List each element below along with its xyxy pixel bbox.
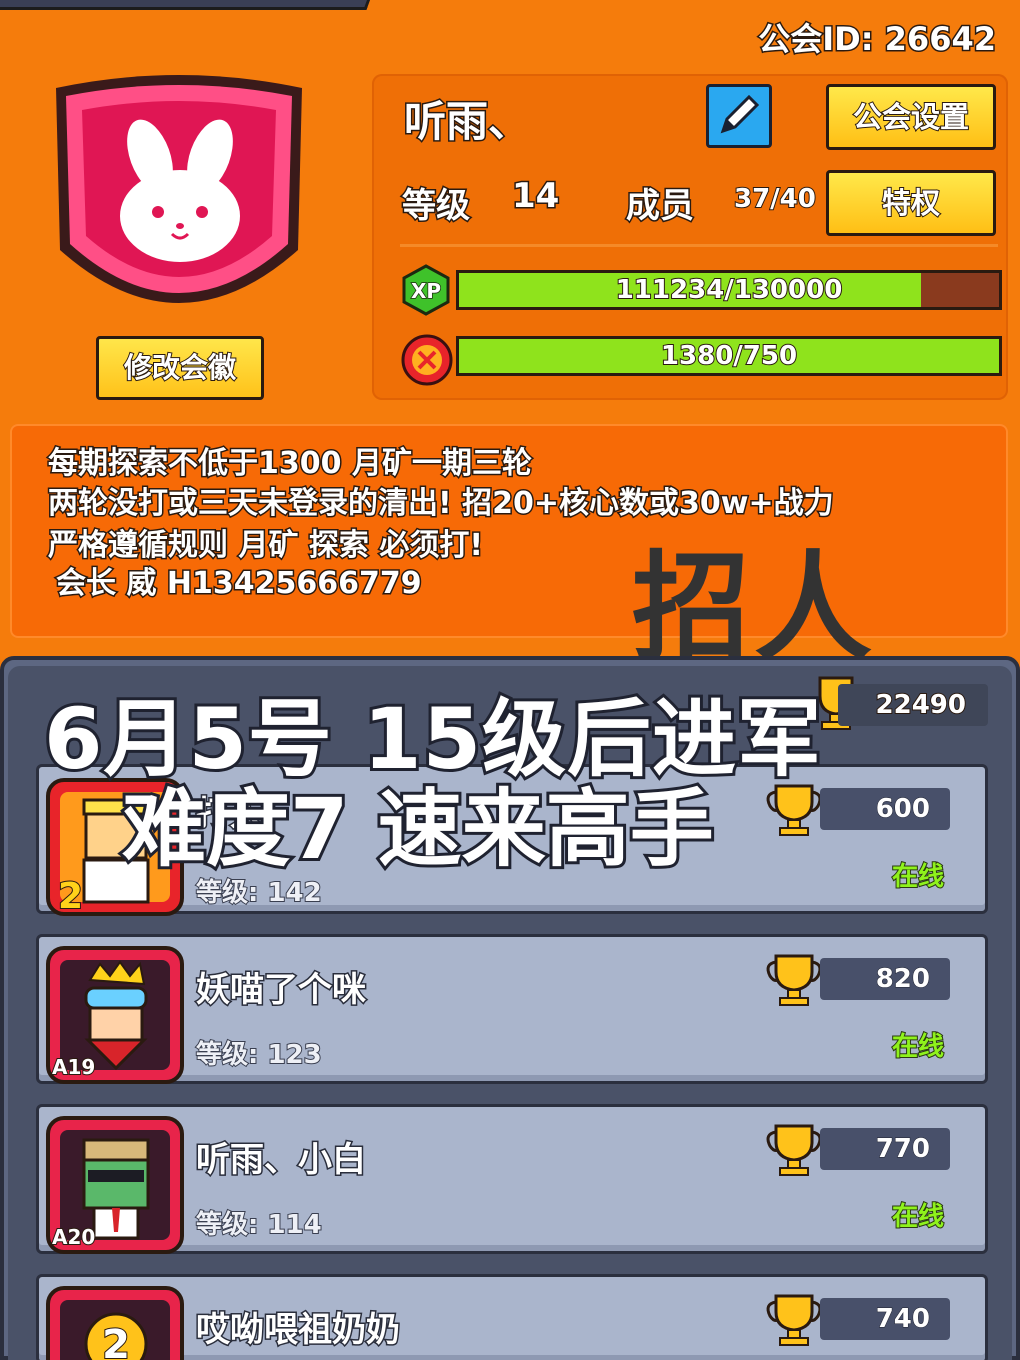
activity-icon — [401, 334, 453, 386]
member-avatar[interactable]: A20 — [44, 1114, 186, 1256]
total-trophies: 22490 — [838, 684, 988, 726]
notice-line-4: 会长 威 H13425666779 — [55, 565, 424, 603]
member-badge: A19 — [52, 1055, 95, 1079]
top-strip — [0, 0, 371, 10]
guild-emblem[interactable] — [48, 66, 310, 340]
members-label: 成员 — [625, 185, 696, 228]
member-avatar[interactable]: 2 — [44, 1284, 186, 1360]
privilege-button[interactable]: 特权 — [826, 170, 996, 236]
pencil-icon — [720, 94, 760, 134]
activity-bar-text: 1380/750 — [660, 340, 798, 372]
trophy-icon — [766, 1294, 822, 1346]
trophy-icon — [766, 954, 822, 1006]
divider — [400, 244, 998, 247]
activity-bar: 1380/750 — [456, 336, 1002, 376]
guild-settings-button[interactable]: 公会设置 — [826, 84, 996, 150]
member-trophies: 740 — [820, 1298, 950, 1340]
members-value: 37/40 — [733, 183, 817, 215]
member-trophies: 820 — [820, 958, 950, 1000]
member-trophies: 600 — [820, 788, 950, 830]
level-value: 14 — [510, 175, 560, 218]
xp-bar: 111234/130000 — [456, 270, 1002, 310]
member-name: 听雨、小白 — [195, 1139, 368, 1182]
svg-text:XP: XP — [411, 279, 441, 303]
member-status: 在线 — [891, 1201, 945, 1233]
trophy-icon — [766, 1124, 822, 1176]
member-name: 妖喵了个咪 — [195, 969, 368, 1012]
member-status: 在线 — [891, 861, 945, 893]
xp-icon: XP — [402, 264, 450, 316]
member-name: 哎呦喂祖奶奶 — [195, 1309, 402, 1352]
guild-name: 听雨、 — [402, 96, 531, 148]
member-badge: 2 — [58, 876, 83, 917]
xp-bar-text: 111234/130000 — [615, 274, 844, 306]
change-emblem-button[interactable]: 修改会徽 — [96, 336, 264, 400]
overlay-caption-line-2: 难度7 速来高手 — [119, 777, 717, 881]
edit-name-button[interactable] — [706, 84, 772, 148]
member-badge: 2 — [102, 1322, 130, 1360]
member-trophies: 770 — [820, 1128, 950, 1170]
guild-id: 公会ID: 26642 — [757, 19, 998, 60]
notice-line-1: 每期探索不低于1300 月矿一期三轮 — [47, 445, 534, 483]
member-badge: A20 — [52, 1225, 95, 1249]
level-label: 等级 — [401, 185, 472, 228]
member-level: 等级: 123 — [195, 1039, 323, 1071]
member-level: 等级: 114 — [195, 1209, 323, 1241]
member-avatar[interactable]: A19 — [44, 944, 186, 1086]
member-status: 在线 — [891, 1031, 945, 1063]
